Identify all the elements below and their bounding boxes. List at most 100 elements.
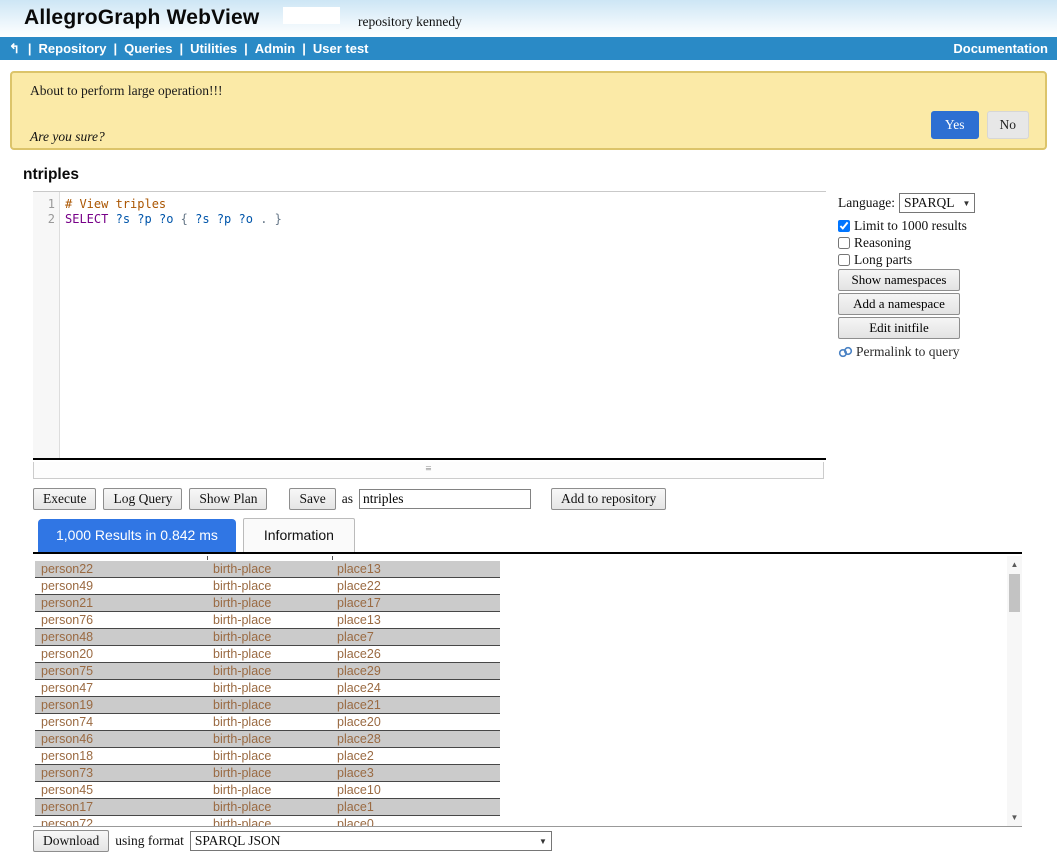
download-button[interactable]: Download (33, 830, 109, 852)
limit-results-checkbox[interactable] (838, 220, 850, 232)
table-cell-link[interactable]: place22 (331, 579, 500, 593)
table-cell-link[interactable]: person76 (35, 613, 207, 627)
table-cell-link[interactable]: place28 (331, 732, 500, 746)
table-cell-link[interactable]: person48 (35, 630, 207, 644)
table-cell-link[interactable]: birth-place (207, 579, 331, 593)
add-to-repository-button[interactable]: Add to repository (551, 488, 666, 510)
editor-code-area[interactable]: # View triplesSELECT ?s ?p ?o { ?s ?p ?o… (60, 192, 826, 458)
nav-separator: | (28, 41, 32, 56)
download-format-select[interactable]: SPARQL JSON ▼ (190, 831, 552, 851)
table-cell-link[interactable]: person17 (35, 800, 207, 814)
yes-button[interactable]: Yes (931, 111, 979, 139)
nav-link-documentation[interactable]: Documentation (953, 41, 1048, 56)
long-parts-checkbox[interactable] (838, 254, 850, 266)
table-cell-link[interactable]: person18 (35, 749, 207, 763)
app-header: AllegroGraph WebView repository kennedy (0, 0, 1057, 37)
table-row: person18birth-placeplace2 (35, 748, 500, 765)
nav-item-admin[interactable]: Admin (255, 41, 295, 56)
tab-results[interactable]: 1,000 Results in 0.842 ms (38, 519, 236, 552)
editor-resize-handle[interactable]: ≡ (33, 462, 824, 479)
table-cell-link[interactable]: birth-place (207, 596, 331, 610)
table-cell-link[interactable]: place29 (331, 664, 500, 678)
results-rows: person22birth-placeplace13person49birth-… (33, 561, 1022, 827)
nav-item-repository[interactable]: Repository (39, 41, 107, 56)
no-button[interactable]: No (987, 111, 1030, 139)
table-row: person21birth-placeplace17 (35, 595, 500, 612)
show-namespaces-button[interactable]: Show namespaces (838, 269, 960, 291)
table-cell-link[interactable]: person20 (35, 647, 207, 661)
table-cell-link[interactable]: birth-place (207, 698, 331, 712)
table-cell-link[interactable]: person72 (35, 817, 207, 827)
table-cell-link[interactable]: place26 (331, 647, 500, 661)
query-editor[interactable]: 12 # View triplesSELECT ?s ?p ?o { ?s ?p… (33, 191, 826, 460)
table-cell-link[interactable]: person49 (35, 579, 207, 593)
permalink-to-query[interactable]: Permalink to query (838, 344, 1008, 360)
limit-results-option[interactable]: Limit to 1000 results (838, 217, 1008, 234)
language-select[interactable]: SPARQL ▼ (899, 193, 975, 213)
table-cell-link[interactable]: birth-place (207, 681, 331, 695)
table-cell-link[interactable]: birth-place (207, 783, 331, 797)
save-name-input[interactable] (359, 489, 531, 509)
scroll-down-icon[interactable]: ▼ (1007, 811, 1022, 825)
results-scrollbar[interactable]: ▲ ▼ (1007, 556, 1022, 827)
table-cell-link[interactable]: place2 (331, 749, 500, 763)
table-cell-link[interactable]: person45 (35, 783, 207, 797)
table-cell-link[interactable]: birth-place (207, 749, 331, 763)
nav-item-queries[interactable]: Queries (124, 41, 172, 56)
table-row: person19birth-placeplace21 (35, 697, 500, 714)
table-row: person73birth-placeplace3 (35, 765, 500, 782)
header-blank-field[interactable] (283, 7, 340, 24)
download-format-value: SPARQL JSON (195, 833, 281, 849)
table-cell-link[interactable]: place0 (331, 817, 500, 827)
table-cell-link[interactable]: place21 (331, 698, 500, 712)
table-cell-link[interactable]: place1 (331, 800, 500, 814)
save-button[interactable]: Save (289, 488, 335, 510)
table-cell-link[interactable]: birth-place (207, 664, 331, 678)
back-icon[interactable]: ↰ (9, 41, 20, 57)
edit-initfile-button[interactable]: Edit initfile (838, 317, 960, 339)
show-plan-button[interactable]: Show Plan (189, 488, 267, 510)
table-cell-link[interactable]: person21 (35, 596, 207, 610)
table-cell-link[interactable]: birth-place (207, 817, 331, 827)
table-cell-link[interactable]: place24 (331, 681, 500, 695)
table-cell-link[interactable]: person47 (35, 681, 207, 695)
table-cell-link[interactable]: birth-place (207, 800, 331, 814)
table-cell-link[interactable]: place13 (331, 562, 500, 576)
nav-item-user-test[interactable]: User test (313, 41, 369, 56)
table-cell-link[interactable]: birth-place (207, 613, 331, 627)
table-cell-link[interactable]: birth-place (207, 562, 331, 576)
execute-button[interactable]: Execute (33, 488, 96, 510)
table-cell-link[interactable]: birth-place (207, 630, 331, 644)
scrollbar-thumb[interactable] (1009, 574, 1020, 612)
nav-item-utilities[interactable]: Utilities (190, 41, 237, 56)
table-cell-link[interactable]: place3 (331, 766, 500, 780)
table-cell-link[interactable]: birth-place (207, 715, 331, 729)
long-parts-label: Long parts (854, 252, 912, 268)
nav-separator: | (113, 41, 117, 56)
reasoning-option[interactable]: Reasoning (838, 234, 1008, 251)
table-cell-link[interactable]: birth-place (207, 732, 331, 746)
table-cell-link[interactable]: place7 (331, 630, 500, 644)
tab-information[interactable]: Information (243, 518, 355, 552)
nav-menu: ↰ | Repository | Queries | Utilities | A… (9, 41, 369, 57)
limit-results-label: Limit to 1000 results (854, 218, 967, 234)
scroll-up-icon[interactable]: ▲ (1007, 558, 1022, 572)
long-parts-option[interactable]: Long parts (838, 251, 1008, 268)
nav-separator: | (302, 41, 306, 56)
add-namespace-button[interactable]: Add a namespace (838, 293, 960, 315)
table-cell-link[interactable]: birth-place (207, 647, 331, 661)
table-cell-link[interactable]: place13 (331, 613, 500, 627)
table-cell-link[interactable]: place10 (331, 783, 500, 797)
table-cell-link[interactable]: birth-place (207, 766, 331, 780)
log-query-button[interactable]: Log Query (103, 488, 182, 510)
table-cell-link[interactable]: person22 (35, 562, 207, 576)
reasoning-checkbox[interactable] (838, 237, 850, 249)
query-name-heading: ntriples (23, 166, 79, 184)
table-cell-link[interactable]: place20 (331, 715, 500, 729)
table-cell-link[interactable]: place17 (331, 596, 500, 610)
table-cell-link[interactable]: person46 (35, 732, 207, 746)
table-cell-link[interactable]: person19 (35, 698, 207, 712)
table-cell-link[interactable]: person73 (35, 766, 207, 780)
table-cell-link[interactable]: person74 (35, 715, 207, 729)
table-cell-link[interactable]: person75 (35, 664, 207, 678)
